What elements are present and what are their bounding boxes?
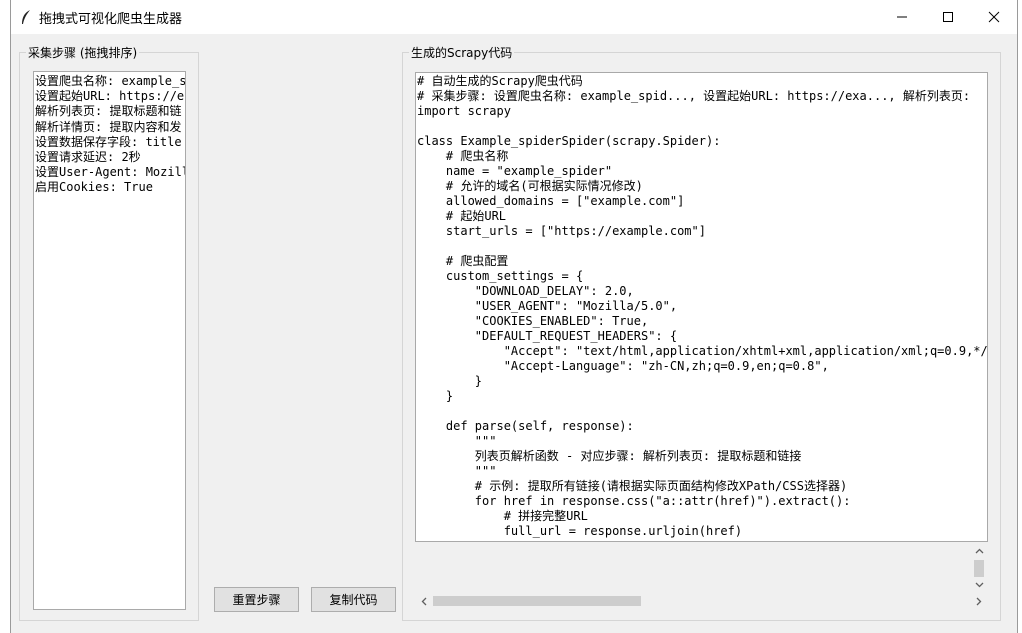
horizontal-scroll-thumb[interactable] <box>433 596 641 606</box>
step-item[interactable]: 设置爬虫名称: example_s <box>35 74 185 89</box>
code-lines: # 自动生成的Scrapy爬虫代码 # 采集步骤: 设置爬虫名称: example… <box>416 73 987 539</box>
code-line: for href in response.css("a::attr(href)"… <box>417 494 851 508</box>
step-item[interactable]: 设置User-Agent: Mozill <box>35 165 185 180</box>
copy-code-button[interactable]: 复制代码 <box>311 587 396 612</box>
scroll-up-arrow[interactable] <box>970 542 988 560</box>
app-window: 拖拽式可视化爬虫生成器 采集步骤 (拖拽排序) 设置爬虫名称: example_… <box>10 0 1018 633</box>
close-button[interactable] <box>971 0 1017 34</box>
code-line: """ <box>417 434 497 448</box>
code-line: } <box>417 374 483 388</box>
chevron-up-icon <box>975 548 983 554</box>
code-line: """ <box>417 464 497 478</box>
title-bar: 拖拽式可视化爬虫生成器 <box>11 0 1017 34</box>
code-line: import scrapy <box>417 104 511 118</box>
background-window-right <box>1018 0 1022 633</box>
code-group-label: 生成的Scrapy代码 <box>409 44 515 61</box>
window-title: 拖拽式可视化爬虫生成器 <box>39 12 183 27</box>
minimize-icon <box>897 16 907 18</box>
close-icon <box>988 11 1000 23</box>
maximize-icon <box>943 12 953 22</box>
code-line: "COOKIES_ENABLED": True, <box>417 314 649 328</box>
scroll-left-arrow[interactable] <box>415 592 433 610</box>
code-line: # 自动生成的Scrapy爬虫代码 <box>417 74 583 88</box>
code-line: # 允许的域名(可根据实际情况修改) <box>417 179 643 193</box>
code-line: # 爬虫名称 <box>417 149 509 163</box>
code-line: 列表页解析函数 - 对应步骤: 解析列表页: 提取标题和链接 <box>417 449 802 463</box>
code-line: custom_settings = { <box>417 269 584 283</box>
background-window <box>0 0 10 633</box>
code-line: def parse(self, response): <box>417 419 634 433</box>
feather-icon <box>22 10 30 24</box>
code-line: # 拼接完整URL <box>417 509 588 523</box>
chevron-down-icon <box>975 582 983 588</box>
reset-steps-button[interactable]: 重置步骤 <box>214 587 299 612</box>
code-line: class Example_spiderSpider(scrapy.Spider… <box>417 134 721 148</box>
vertical-scroll-thumb[interactable] <box>974 560 984 577</box>
code-line: full_url = response.urljoin(href) <box>417 524 743 538</box>
minimize-button[interactable] <box>879 0 925 34</box>
steps-list: 设置爬虫名称: example_s 设置起始URL: https://e 解析列表页… <box>34 72 185 196</box>
step-item[interactable]: 解析详情页: 提取内容和发 <box>35 120 185 135</box>
chevron-left-icon <box>421 597 427 605</box>
chevron-right-icon <box>976 597 982 605</box>
scroll-right-arrow[interactable] <box>970 592 988 610</box>
step-item[interactable]: 设置数据保存字段: title <box>35 135 185 150</box>
steps-group-label: 采集步骤 (拖拽排序) <box>26 44 140 61</box>
maximize-button[interactable] <box>925 0 971 34</box>
code-line: "USER_AGENT": "Mozilla/5.0", <box>417 299 678 313</box>
step-item[interactable]: 设置起始URL: https://e <box>35 89 185 104</box>
code-textarea[interactable]: # 自动生成的Scrapy爬虫代码 # 采集步骤: 设置爬虫名称: example… <box>415 72 988 542</box>
steps-listbox[interactable]: 设置爬虫名称: example_s 设置起始URL: https://e 解析列表页… <box>33 71 186 610</box>
code-line: "DEFAULT_REQUEST_HEADERS": { <box>417 329 678 343</box>
code-line: name = "example_spider" <box>417 164 613 178</box>
code-line: allowed_domains = ["example.com"] <box>417 194 685 208</box>
code-line: # 示例: 提取所有链接(请根据实际页面结构修改XPath/CSS选择器) <box>417 479 848 493</box>
code-line: "DOWNLOAD_DELAY": 2.0, <box>417 284 634 298</box>
code-line: # 采集步骤: 设置爬虫名称: example_spid..., 设置起始URL… <box>417 89 971 103</box>
step-item[interactable]: 设置请求延迟: 2秒 <box>35 150 185 165</box>
code-horizontal-scrollbar[interactable] <box>415 592 982 610</box>
code-line: "Accept": "text/html,application/xhtml+x… <box>417 344 988 358</box>
code-line: } <box>417 389 454 403</box>
step-item[interactable]: 启用Cookies: True <box>35 180 185 195</box>
code-line: # 起始URL <box>417 209 507 223</box>
code-line: # 爬虫配置 <box>417 254 509 268</box>
code-line: start_urls = ["https://example.com"] <box>417 224 706 238</box>
code-line: "Accept-Language": "zh-CN,zh;q=0.9,en;q=… <box>417 359 829 373</box>
step-item[interactable]: 解析列表页: 提取标题和链 <box>35 104 185 119</box>
